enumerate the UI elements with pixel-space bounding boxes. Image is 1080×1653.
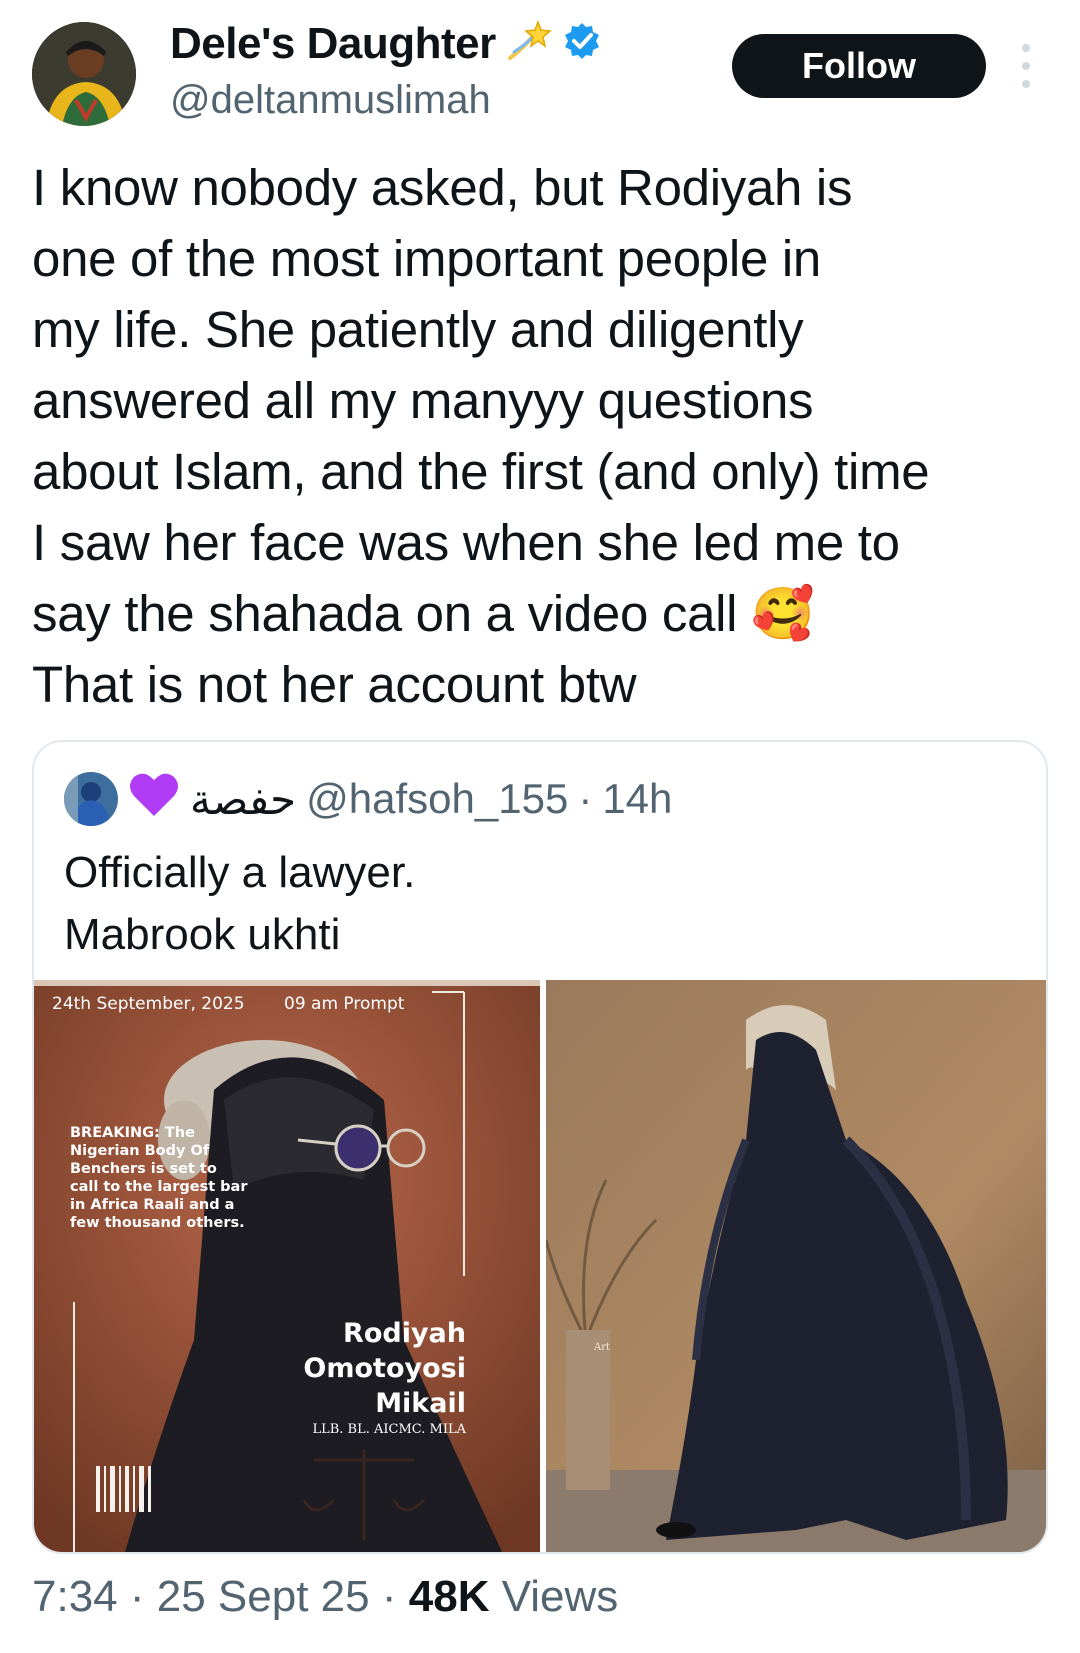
views-label[interactable]: Views — [502, 1572, 619, 1621]
tweet-detail: Dele's Daughter @deltanmuslimah Follow I… — [0, 0, 1080, 1653]
tweet-time[interactable]: 7:34 — [32, 1572, 118, 1621]
tweet-line: say the shahada on a video call 🥰 — [32, 585, 815, 642]
author-display-name[interactable]: Dele's Daughter — [170, 19, 496, 69]
tweet-text: I know nobody asked, but Rodiyah is one … — [32, 152, 1062, 720]
quoted-handle[interactable]: @hafsoh_155 — [306, 775, 568, 823]
follow-button[interactable]: Follow — [732, 34, 986, 98]
tweet-line: That is not her account btw — [32, 656, 637, 713]
tweet-meta: 7:34 · 25 Sept 25 · 48K Views — [32, 1572, 618, 1622]
poster-breaking-line: Nigerian Body Of — [70, 1143, 210, 1159]
purple-heart-icon — [128, 770, 180, 828]
poster-breaking-line: BREAKING: The — [70, 1125, 195, 1141]
poster-breaking: BREAKING: The Nigerian Body Of Benchers … — [70, 1124, 248, 1232]
quoted-text: Officially a lawyer. Mabrook ukhti — [64, 842, 415, 966]
poster-time: 09 am Prompt — [284, 994, 405, 1014]
quoted-time: 14h — [602, 775, 673, 822]
tweet-line: I know nobody asked, but Rodiyah is — [32, 159, 853, 216]
tweet-date[interactable]: 25 Sept 25 — [157, 1572, 370, 1621]
poster-breaking-line: Benchers is set to — [70, 1161, 217, 1177]
tweet-line: answered all my manyyy questions — [32, 372, 814, 429]
views-count[interactable]: 48K — [409, 1572, 490, 1621]
svg-text:Art: Art — [593, 1342, 610, 1353]
quoted-tweet-card[interactable]: حفصة @hafsoh_155 · 14h Officially a lawy… — [32, 740, 1048, 1554]
tweet-line: I saw her face was when she led me to — [32, 514, 900, 571]
author-handle[interactable]: @deltanmuslimah — [170, 78, 491, 123]
author-avatar[interactable] — [32, 22, 136, 126]
meta-separator: · — [381, 1572, 397, 1621]
poster-name-line: Mikail — [375, 1388, 466, 1419]
tweet-line: one of the most important people in — [32, 230, 821, 287]
poster-breaking-line: in Africa Raali and a — [70, 1197, 235, 1213]
poster-date: 24th September, 2025 — [52, 994, 245, 1014]
poster-breaking-line: call to the largest bar — [70, 1179, 248, 1195]
verified-badge-icon — [562, 21, 602, 66]
tweet-line: about Islam, and the first (and only) ti… — [32, 443, 930, 500]
poster-breaking-line: few thousand others. — [70, 1215, 245, 1231]
quoted-line: Officially a lawyer. — [64, 848, 416, 897]
quoted-separator: · — [578, 775, 593, 822]
author-name-row: Dele's Daughter — [170, 18, 602, 69]
poster-name-line: Omotoyosi — [303, 1353, 466, 1384]
sparkle-star-icon — [506, 18, 552, 69]
quoted-line: Mabrook ukhti — [64, 910, 341, 959]
quoted-display-name[interactable]: حفصة — [190, 775, 296, 824]
poster-name-line: Rodiyah — [343, 1318, 466, 1349]
quoted-image-portrait[interactable]: Art — [546, 980, 1046, 1552]
poster-credentials: LLB. BL. AICMC. MILA — [312, 1422, 466, 1437]
tweet-line: my life. She patiently and diligently — [32, 301, 804, 358]
quoted-header: حفصة @hafsoh_155 · 14h — [64, 770, 672, 828]
poster-name: Rodiyah Omotoyosi Mikail — [303, 1316, 466, 1421]
quoted-image-poster[interactable]: 24th September, 2025 09 am Prompt BREAKI… — [34, 980, 540, 1552]
meta-separator: · — [129, 1572, 145, 1621]
more-options-icon[interactable] — [1012, 44, 1040, 88]
quoted-avatar[interactable] — [64, 772, 118, 826]
